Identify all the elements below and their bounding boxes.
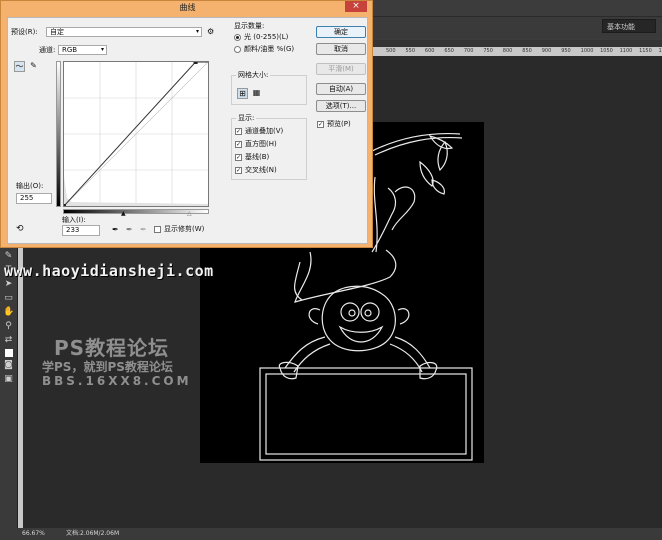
watermark-title: PS教程论坛: [54, 336, 170, 360]
ruler-tick-label: 700: [463, 48, 474, 54]
show-clipping-checkbox[interactable]: [154, 226, 161, 233]
histogram-label: 直方图(H): [245, 140, 277, 148]
curves-dialog: 曲线 × 预设(R): 自定 ▾ ⚙ 通道: RGB ▾ 〜 ✎ ▲ △ 输出(…: [0, 0, 373, 248]
target-adjust-icon[interactable]: ⟲: [16, 225, 24, 234]
output-gradient-bar: [56, 61, 61, 207]
preset-options-icon[interactable]: ⚙: [207, 27, 214, 36]
ruler-tick-label: 1150: [639, 48, 652, 54]
grid-size-group: 网格大小: ⊞ ▦: [231, 71, 307, 105]
preset-value: 自定: [50, 28, 64, 36]
show-clipping-label: 显示修剪(W): [164, 225, 205, 233]
display-group: 显示: ✓ 通道叠加(V) ✓ 直方图(H) ✓ 基线(B) ✓ 交叉线(N): [231, 114, 307, 180]
ruler-tick-label: 500: [386, 48, 396, 54]
curve-plot: [64, 62, 208, 206]
pen-tool-icon[interactable]: ✎: [3, 251, 14, 262]
light-radio[interactable]: [234, 34, 241, 41]
document-info[interactable]: 文档:2.06M/2.06M: [66, 528, 119, 540]
curve-point-tool-icon[interactable]: 〜: [14, 61, 25, 72]
baseline-label: 基线(B): [245, 153, 270, 161]
ruler-tick-label: 1000: [580, 48, 594, 54]
pencil-tool-icon[interactable]: ✎: [28, 61, 39, 72]
curve-point: [64, 204, 66, 206]
watermark-url: www.haoyidiansheji.com: [4, 262, 214, 280]
preview-checkbox[interactable]: ✓: [317, 121, 324, 128]
intersection-line-label: 交叉线(N): [245, 166, 277, 174]
dialog-title: 曲线: [179, 3, 196, 12]
gray-eyedropper-icon[interactable]: ✒: [126, 225, 133, 234]
watermark-subtitle: 学PS，就到PS教程论坛: [42, 360, 173, 374]
ruler-tick-label: 850: [522, 48, 532, 54]
hand-tool-icon[interactable]: ✋: [3, 307, 14, 318]
foreground-color-swatch[interactable]: [4, 349, 13, 357]
black-point-slider-icon[interactable]: ▲: [121, 209, 126, 218]
tool-panel: ✎ T ➤ ▭ ✋ ⚲ ⇄ ◙ ▣: [0, 248, 18, 528]
preset-label: 预设(R):: [11, 28, 38, 36]
workspace-switcher[interactable]: 基本功能: [602, 19, 656, 33]
simple-grid-icon[interactable]: ⊞: [237, 88, 248, 99]
options-button[interactable]: 选项(T)...: [316, 100, 366, 112]
pigment-label: 颜料/油墨 %(G): [244, 45, 295, 53]
auto-button[interactable]: 自动(A): [316, 83, 366, 95]
horizontal-ruler: 500 550 600 650 700 750 800 850 900 950 1000 1050 11…: [370, 47, 662, 56]
channel-select[interactable]: RGB ▾: [58, 45, 107, 55]
display-title: 显示:: [236, 114, 257, 123]
watermark-bbs: BBS.16XX8.COM: [42, 374, 192, 388]
channel-value: RGB: [62, 46, 78, 54]
chevron-down-icon: ▾: [195, 28, 199, 35]
input-label: 输入(I):: [62, 216, 86, 224]
ruler-tick-label: 600: [424, 48, 435, 54]
quick-mask-icon[interactable]: ◙: [3, 360, 14, 371]
black-eyedropper-icon[interactable]: ✒: [112, 225, 119, 234]
ruler-tick-label: 550: [405, 48, 415, 54]
channel-label: 通道:: [39, 46, 56, 54]
dialog-body: 预设(R): 自定 ▾ ⚙ 通道: RGB ▾ 〜 ✎ ▲ △ 输出(O): 2…: [7, 17, 368, 244]
ruler-tick-label: 800: [502, 48, 513, 54]
preset-select[interactable]: 自定 ▾: [46, 27, 202, 37]
status-bar: 66.67% 文档:2.06M/2.06M: [0, 528, 662, 540]
path-select-icon[interactable]: ➤: [3, 279, 14, 290]
grid-size-title: 网格大小:: [236, 71, 271, 80]
pigment-radio[interactable]: [234, 46, 241, 53]
histogram-checkbox[interactable]: ✓: [235, 141, 242, 148]
channel-overlay-label: 通道叠加(V): [245, 127, 284, 135]
rectangle-tool-icon[interactable]: ▭: [3, 293, 14, 304]
white-eyedropper-icon[interactable]: ✒: [140, 225, 147, 234]
white-point-slider-icon[interactable]: △: [187, 209, 192, 218]
input-field[interactable]: 233: [62, 225, 100, 236]
channel-overlay-checkbox[interactable]: ✓: [235, 128, 242, 135]
screen-mode-icon[interactable]: ▣: [3, 374, 14, 385]
ruler-tick-label: 1200: [658, 48, 662, 54]
output-field[interactable]: 255: [16, 193, 52, 204]
ruler-tick-label: 1100: [619, 48, 633, 54]
curve-graph[interactable]: [63, 61, 209, 207]
detailed-grid-icon[interactable]: ▦: [251, 88, 262, 99]
ruler-tick-label: 1050: [600, 48, 613, 54]
close-icon[interactable]: ×: [345, 1, 367, 12]
light-label: 光 (0-255)(L): [244, 33, 289, 41]
curve-point: [193, 62, 198, 64]
output-label: 输出(O):: [16, 182, 44, 190]
cancel-button[interactable]: 取消: [316, 43, 366, 55]
zoom-tool-icon[interactable]: ⚲: [3, 321, 14, 332]
zoom-level[interactable]: 66.67%: [22, 528, 45, 540]
ruler-tick-label: 650: [444, 48, 454, 54]
ruler-tick-label: 750: [483, 48, 493, 54]
ruler-tick-label: 900: [541, 48, 552, 54]
intersection-line-checkbox[interactable]: ✓: [235, 167, 242, 174]
show-amount-title: 显示数量:: [234, 22, 265, 30]
ok-button[interactable]: 确定: [316, 26, 366, 38]
chevron-down-icon: ▾: [100, 46, 104, 53]
swap-colors-icon[interactable]: ⇄: [3, 335, 14, 346]
ruler-tick-label: 950: [561, 48, 571, 54]
preview-label: 预览(P): [327, 120, 351, 128]
baseline-checkbox[interactable]: ✓: [235, 154, 242, 161]
smooth-button[interactable]: 平滑(M): [316, 63, 366, 75]
